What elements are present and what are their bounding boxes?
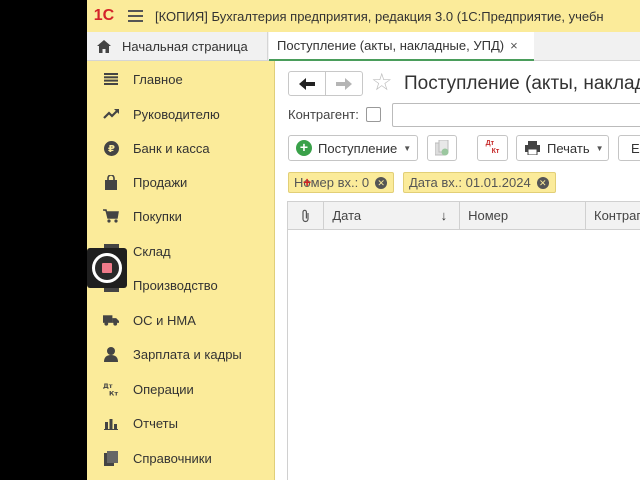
kontragent-label: Контрагент: [288, 107, 359, 122]
column-date-label: Дата [332, 208, 362, 223]
sidebar-item-director[interactable]: Руководителю [87, 97, 275, 131]
books-icon [103, 450, 119, 466]
table-header: Дата ↓ Номер Контрагент [287, 201, 640, 230]
more-button[interactable]: Е [618, 135, 640, 161]
close-tab-icon[interactable]: × [510, 38, 518, 53]
tab-bar: Начальная страница Поступление (акты, на… [87, 32, 640, 61]
truck-icon [103, 312, 119, 328]
printer-icon [525, 141, 540, 155]
sidebar-item-label: ОС и НМА [133, 312, 196, 328]
sidebar-item-catalogs[interactable]: Справочники [87, 441, 275, 475]
column-kontragent-label: Контрагент [594, 208, 640, 223]
back-button[interactable] [289, 72, 326, 95]
logo-1c-icon: 1С [87, 0, 121, 32]
svg-text:₽: ₽ [108, 144, 115, 155]
kt-label: Кт [491, 148, 500, 155]
clear-filter-icon[interactable]: ✕ [375, 176, 388, 189]
sidebar-item-main[interactable]: Главное [87, 62, 275, 96]
sidebar-item-bank[interactable]: ₽ Банк и касса [87, 131, 275, 165]
column-date[interactable]: Дата ↓ [324, 202, 461, 229]
trend-icon [103, 106, 119, 122]
sidebar-item-label: Зарплата и кадры [133, 346, 242, 362]
screen-recorder-widget[interactable] [87, 248, 127, 288]
ruble-coin-icon: ₽ [103, 140, 119, 156]
sidebar-item-sales[interactable]: Продажи [87, 165, 275, 199]
copy-document-icon [435, 140, 449, 156]
tab-home[interactable]: Начальная страница [87, 32, 268, 60]
add-receipt-label: Поступление [318, 140, 398, 156]
kontragent-input[interactable] [392, 103, 640, 127]
add-receipt-button[interactable]: + Поступление ▼ [288, 135, 418, 161]
sidebar-item-label: Банк и касса [133, 140, 210, 156]
page-title: Поступление (акты, накладные, УПД) [404, 73, 640, 94]
stop-square-icon [102, 263, 112, 273]
print-label: Печать [547, 140, 590, 156]
navigation-buttons [288, 71, 363, 96]
sidebar-item-salary[interactable]: Зарплата и кадры [87, 337, 275, 371]
paperclip-icon [302, 209, 309, 222]
cursor-crosshair-icon: + [303, 174, 312, 190]
sidebar-item-operations[interactable]: Дт Кт Операции [87, 372, 275, 406]
sidebar-item-label: Операции [133, 381, 194, 397]
table-body[interactable] [287, 230, 640, 480]
shopping-bag-icon [103, 174, 119, 190]
sidebar-item-label: Производство [133, 277, 218, 293]
filter-chip-label: Дата вх.: 01.01.2024 [409, 175, 531, 190]
filter-chip-date[interactable]: Дата вх.: 01.01.2024 ✕ [403, 172, 556, 193]
more-label: Е [631, 140, 640, 156]
sidebar-item-purchases[interactable]: Покупки [87, 199, 275, 233]
kontragent-checkbox[interactable] [366, 107, 381, 122]
forward-button[interactable] [326, 72, 363, 95]
sidebar-item-label: Покупки [133, 208, 182, 224]
sidebar-item-label: Руководителю [133, 106, 220, 122]
plus-icon: + [296, 140, 312, 156]
sidebar-item-label: Продажи [133, 174, 188, 190]
home-icon [97, 39, 111, 53]
sidebar-item-reports[interactable]: Отчеты [87, 406, 275, 440]
document-list-panel: ☆ Поступление (акты, накладные, УПД) Кон… [276, 61, 640, 480]
record-stop-icon[interactable] [92, 253, 122, 283]
app-window: 1С [КОПИЯ] Бухгалтерия предприятия, реда… [87, 0, 640, 480]
copy-button[interactable] [427, 135, 457, 161]
column-attachment[interactable] [288, 202, 325, 229]
sidebar-item-label: Склад [133, 243, 171, 259]
clear-filter-icon[interactable]: ✕ [536, 176, 549, 189]
arrow-right-icon [335, 77, 352, 90]
arrow-left-icon [298, 77, 315, 90]
bar-chart-icon [103, 415, 119, 431]
list-icon [103, 71, 119, 87]
sidebar-item-label: Главное [133, 71, 183, 87]
desktop-background [0, 0, 87, 480]
dt-kt-icon: Дт Кт [103, 381, 119, 397]
logo-text: 1С [93, 7, 115, 24]
column-number[interactable]: Номер [460, 202, 586, 229]
column-kontragent[interactable]: Контрагент [586, 202, 640, 229]
sidebar-item-label: Отчеты [133, 415, 178, 431]
chevron-down-icon: ▼ [595, 143, 604, 153]
column-number-label: Номер [468, 208, 509, 223]
sidebar-item-fixed-assets[interactable]: ОС и НМА [87, 303, 275, 337]
svg-text:Кт: Кт [109, 390, 118, 397]
dt-label: Дт [485, 140, 495, 147]
dt-kt-icon: Дт Кт [486, 140, 500, 156]
chevron-down-icon: ▼ [403, 143, 412, 153]
cart-icon [103, 208, 119, 224]
tab-home-label: Начальная страница [122, 38, 248, 54]
tab-document[interactable]: Поступление (акты, накладные, УПД) × [269, 32, 534, 61]
title-bar: 1С [КОПИЯ] Бухгалтерия предприятия, реда… [87, 0, 640, 32]
window-title: [КОПИЯ] Бухгалтерия предприятия, редакци… [155, 8, 604, 24]
favorite-star-icon[interactable]: ☆ [371, 69, 393, 97]
print-button[interactable]: Печать ▼ [516, 135, 609, 161]
sort-descending-icon: ↓ [440, 208, 448, 223]
sidebar-item-label: Справочники [133, 450, 212, 466]
person-icon [103, 346, 119, 362]
main-menu-icon[interactable] [121, 0, 149, 32]
tab-document-label: Поступление (акты, накладные, УПД) [277, 38, 505, 53]
dt-kt-button[interactable]: Дт Кт [477, 135, 508, 161]
